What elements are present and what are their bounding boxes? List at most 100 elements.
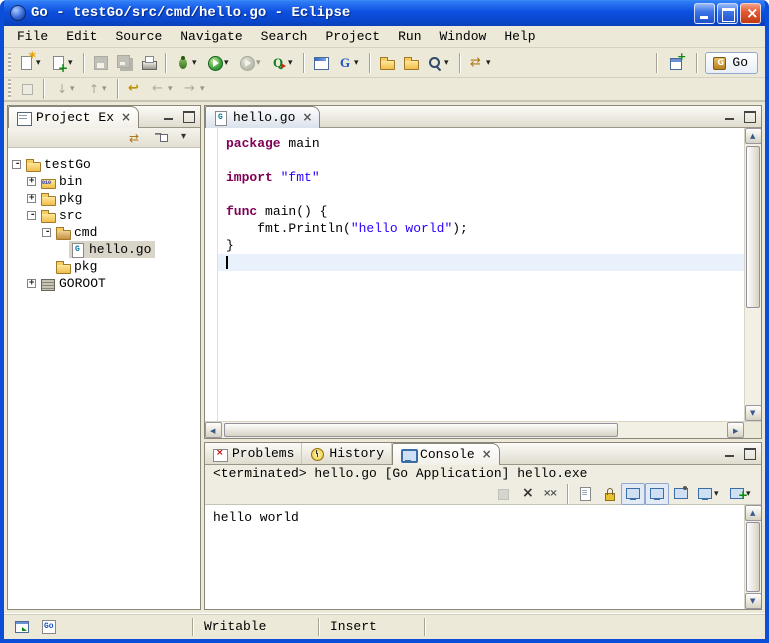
tree-item-testgo[interactable]: testGo xyxy=(8,156,200,173)
dropdown-arrow-icon[interactable] xyxy=(70,82,77,96)
code-line[interactable]: } xyxy=(218,237,744,254)
search-button[interactable] xyxy=(423,52,455,74)
close-icon[interactable] xyxy=(481,449,492,461)
minimize-view-button[interactable] xyxy=(722,446,739,461)
tree-item-hello-go[interactable]: hello.go xyxy=(8,241,200,258)
print-button[interactable] xyxy=(137,52,161,74)
run-button[interactable] xyxy=(203,52,235,74)
go-trim-icon[interactable] xyxy=(42,619,58,635)
code-line[interactable]: func main() { xyxy=(218,203,744,220)
menu-run[interactable]: Run xyxy=(389,28,430,45)
menu-navigate[interactable]: Navigate xyxy=(171,28,251,45)
code-line[interactable] xyxy=(218,152,744,169)
menu-window[interactable]: Window xyxy=(431,28,496,45)
show-stdout-button[interactable] xyxy=(621,483,645,505)
dropdown-arrow-icon[interactable] xyxy=(200,82,207,96)
dropdown-arrow-icon[interactable] xyxy=(102,82,109,96)
scroll-up-button[interactable] xyxy=(745,128,762,144)
code-area[interactable]: package main import "fmt" func main() { fm… xyxy=(218,128,744,421)
external-tools-button[interactable] xyxy=(267,52,299,74)
pin-console-button[interactable] xyxy=(669,483,693,505)
minus-expander-icon[interactable] xyxy=(12,160,21,169)
plus-expander-icon[interactable] xyxy=(27,194,36,203)
scrollbar-thumb[interactable] xyxy=(224,423,618,437)
dropdown-arrow-icon[interactable] xyxy=(36,56,43,70)
tree-item-bin[interactable]: bin xyxy=(8,173,200,190)
minus-expander-icon[interactable] xyxy=(42,228,51,237)
menu-search[interactable]: Search xyxy=(252,28,317,45)
view-menu-button[interactable] xyxy=(174,127,198,149)
minus-expander-icon[interactable] xyxy=(27,211,36,220)
tab-project-explorer[interactable]: Project Ex xyxy=(8,106,139,128)
open-perspective-button[interactable] xyxy=(665,52,689,74)
scrollbar-thumb[interactable] xyxy=(746,522,760,592)
scrollbar-track[interactable] xyxy=(745,144,761,405)
last-edit-location-button[interactable] xyxy=(123,78,147,100)
save-all-button[interactable] xyxy=(113,52,137,74)
scrollbar-thumb[interactable] xyxy=(746,146,760,308)
close-icon[interactable] xyxy=(301,112,312,124)
dropdown-arrow-icon[interactable] xyxy=(192,56,199,70)
new-go-element-button[interactable] xyxy=(47,52,79,74)
menu-help[interactable]: Help xyxy=(495,28,544,45)
terminate-button[interactable] xyxy=(491,483,515,505)
dropdown-arrow-icon[interactable] xyxy=(68,56,75,70)
import-button[interactable] xyxy=(399,52,423,74)
back-button[interactable] xyxy=(147,78,179,100)
debug-button[interactable] xyxy=(171,52,203,74)
show-stderr-button[interactable] xyxy=(645,483,669,505)
dropdown-arrow-icon[interactable] xyxy=(288,56,295,70)
scroll-up-button[interactable] xyxy=(745,505,762,521)
menu-source[interactable]: Source xyxy=(106,28,171,45)
tree-item-goroot[interactable]: GOROOT xyxy=(8,275,200,292)
close-icon[interactable] xyxy=(740,3,761,24)
collapse-all-button[interactable] xyxy=(149,127,173,149)
maximize-view-button[interactable] xyxy=(180,109,197,124)
tree-item-pkg[interactable]: pkg xyxy=(8,258,200,275)
plus-expander-icon[interactable] xyxy=(27,279,36,288)
maximize-view-button[interactable] xyxy=(741,109,758,124)
open-resource-button[interactable] xyxy=(375,52,399,74)
code-line[interactable] xyxy=(218,186,744,203)
maximize-icon[interactable] xyxy=(717,3,738,24)
code-line[interactable] xyxy=(218,254,744,271)
minimize-icon[interactable] xyxy=(694,3,715,24)
editor-horizontal-scrollbar[interactable] xyxy=(205,421,761,438)
scroll-right-button[interactable] xyxy=(727,422,744,438)
toolbar-grip[interactable] xyxy=(8,79,11,99)
remove-launch-button[interactable] xyxy=(515,483,539,505)
go-commands-button[interactable] xyxy=(333,52,365,74)
menu-file[interactable]: File xyxy=(8,28,57,45)
scroll-left-button[interactable] xyxy=(205,422,222,438)
minimize-view-button[interactable] xyxy=(161,109,178,124)
tab-hello-go[interactable]: hello.go xyxy=(205,106,320,128)
tab-history[interactable]: History xyxy=(302,443,392,464)
minimize-view-button[interactable] xyxy=(722,109,739,124)
dropdown-arrow-icon[interactable] xyxy=(486,56,493,70)
fast-view-icon[interactable] xyxy=(14,619,30,635)
scrollbar-track[interactable] xyxy=(222,422,727,438)
display-console-button[interactable] xyxy=(693,483,725,505)
pin-editor-button[interactable] xyxy=(15,78,39,100)
close-icon[interactable] xyxy=(120,112,131,124)
next-annotation-button[interactable] xyxy=(49,78,81,100)
plus-expander-icon[interactable] xyxy=(27,177,36,186)
scroll-down-button[interactable] xyxy=(745,593,762,609)
toolbar-grip[interactable] xyxy=(8,53,11,73)
code-line[interactable]: package main xyxy=(218,135,744,152)
code-line[interactable]: import "fmt" xyxy=(218,169,744,186)
save-button[interactable] xyxy=(89,52,113,74)
menu-project[interactable]: Project xyxy=(316,28,389,45)
code-line[interactable]: fmt.Println("hello world"); xyxy=(218,220,744,237)
dropdown-arrow-icon[interactable] xyxy=(168,82,175,96)
tree-item-pkg[interactable]: pkg xyxy=(8,190,200,207)
open-console-button[interactable] xyxy=(725,483,757,505)
clear-console-button[interactable] xyxy=(573,483,597,505)
dropdown-arrow-icon[interactable] xyxy=(444,56,451,70)
scroll-lock-button[interactable] xyxy=(597,483,621,505)
editor-vertical-scrollbar[interactable] xyxy=(744,128,761,421)
forward-button[interactable] xyxy=(179,78,211,100)
go-perspective-button[interactable]: Go xyxy=(705,52,758,74)
tab-console[interactable]: Console xyxy=(392,443,500,465)
dropdown-arrow-icon[interactable] xyxy=(354,56,361,70)
